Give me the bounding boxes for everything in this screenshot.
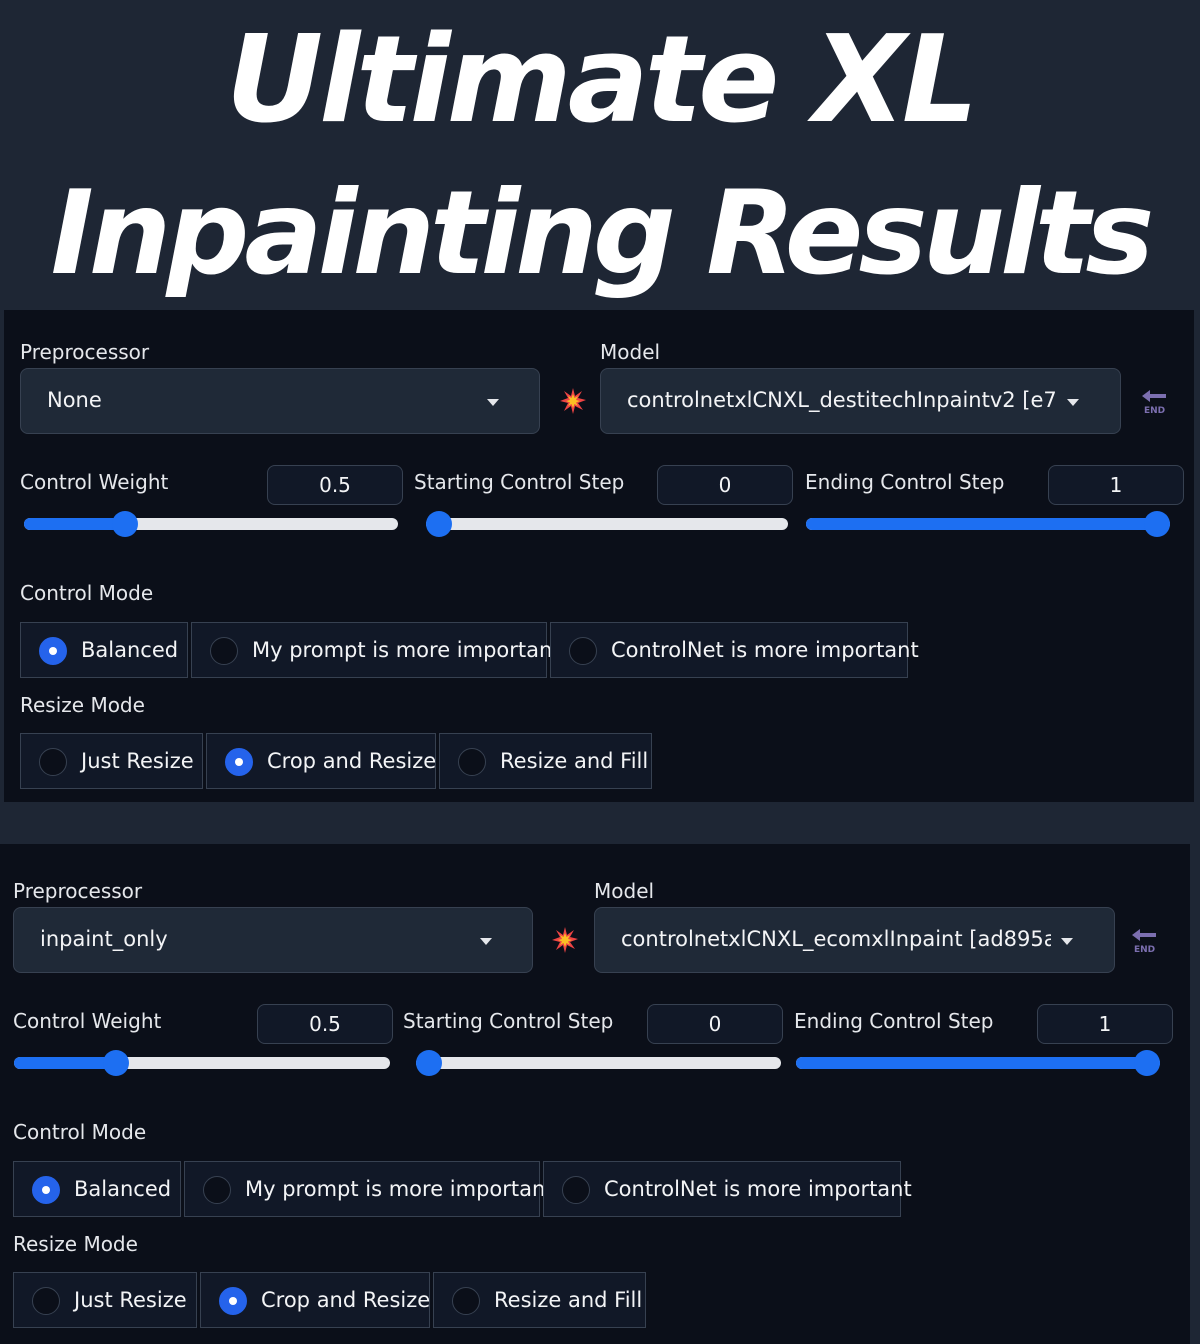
model-label: Model	[594, 879, 655, 903]
radio-dot	[225, 748, 253, 776]
radio-dot	[32, 1287, 60, 1315]
preprocessor-value: None	[47, 388, 102, 412]
radio-label: Crop and Resize	[261, 1288, 431, 1312]
banner-title-line1: Ultimate XL	[225, 11, 979, 150]
preprocessor-label: Preprocessor	[20, 340, 150, 364]
starting-control-step-input[interactable]: 0	[657, 465, 793, 505]
starting-control-step-slider[interactable]	[426, 511, 788, 537]
arrow-end-icon[interactable]: END	[1130, 927, 1160, 957]
panel-separator	[0, 802, 1200, 844]
svg-text:END: END	[1134, 945, 1155, 955]
radio-label: Resize and Fill	[500, 749, 649, 773]
slider-thumb[interactable]	[111, 511, 138, 537]
control-mode-balanced[interactable]: Balanced	[20, 622, 188, 678]
radio-label: Crop and Resize	[267, 749, 437, 773]
radio-label: ControlNet is more important	[611, 638, 919, 662]
radio-label: My prompt is more important	[252, 638, 561, 662]
arrow-end-icon[interactable]: END	[1140, 388, 1170, 418]
radio-label: Just Resize	[74, 1288, 187, 1312]
radio-dot	[39, 637, 67, 665]
resize-mode-label: Resize Mode	[13, 1232, 138, 1256]
ending-control-step-input[interactable]: 1	[1048, 465, 1184, 505]
model-value: controlnetxlCNXL_ecomxlInpaint [ad895a99…	[621, 927, 1051, 951]
control-mode-controlnet-important[interactable]: ControlNet is more important	[543, 1161, 912, 1217]
resize-mode-resize-and-fill[interactable]: Resize and Fill	[433, 1272, 646, 1328]
resize-mode-crop-and-resize[interactable]: Crop and Resize	[206, 733, 436, 789]
slider-fill	[14, 1057, 116, 1069]
model-label: Model	[600, 340, 661, 364]
controlnet-unit-panel: Preprocessor None Model controlnetxlCNXL…	[0, 310, 1200, 802]
radio-dot	[39, 748, 67, 776]
model-value: controlnetxlCNXL_destitechInpaintv2 [e79…	[627, 388, 1057, 412]
chevron-down-icon	[480, 938, 492, 945]
banner-title-line2: Inpainting Results	[50, 166, 1155, 301]
slider-fill	[806, 518, 1170, 530]
slider-thumb[interactable]	[1134, 1050, 1160, 1076]
ending-control-step-label: Ending Control Step	[794, 1009, 994, 1033]
radio-label: ControlNet is more important	[604, 1177, 912, 1201]
model-dropdown[interactable]: controlnetxlCNXL_destitechInpaintv2 [e79…	[600, 368, 1121, 434]
control-mode-label: Control Mode	[13, 1120, 147, 1144]
control-weight-input[interactable]: 0.5	[267, 465, 403, 505]
resize-mode-resize-and-fill[interactable]: Resize and Fill	[439, 733, 652, 789]
radio-label: Balanced	[81, 638, 179, 662]
controlnet-unit-content: Preprocessor None Model controlnetxlCNXL…	[20, 310, 1200, 802]
control-mode-prompt-important[interactable]: My prompt is more important	[191, 622, 561, 678]
resize-mode-just-resize[interactable]: Just Resize	[13, 1272, 197, 1328]
svg-text:END: END	[1144, 406, 1165, 416]
starting-control-step-input[interactable]: 0	[647, 1004, 783, 1044]
radio-dot	[210, 637, 238, 665]
chevron-down-icon	[487, 399, 499, 406]
radio-label: Just Resize	[81, 749, 194, 773]
control-weight-slider[interactable]	[24, 511, 398, 537]
control-weight-label: Control Weight	[20, 470, 169, 494]
resize-mode-label: Resize Mode	[20, 693, 145, 717]
radio-label: Balanced	[74, 1177, 172, 1201]
slider-fill	[796, 1057, 1160, 1069]
model-dropdown[interactable]: controlnetxlCNXL_ecomxlInpaint [ad895a99…	[594, 907, 1115, 973]
slider-thumb[interactable]	[102, 1050, 129, 1076]
chevron-down-icon	[1061, 938, 1073, 945]
ending-control-step-slider[interactable]	[806, 511, 1170, 537]
radio-dot	[32, 1176, 60, 1204]
preprocessor-label: Preprocessor	[13, 879, 143, 903]
control-mode-label: Control Mode	[20, 581, 154, 605]
radio-label: Resize and Fill	[494, 1288, 643, 1312]
radio-dot	[458, 748, 486, 776]
control-weight-input[interactable]: 0.5	[257, 1004, 393, 1044]
slider-thumb[interactable]	[426, 511, 452, 537]
starting-control-step-slider[interactable]	[416, 1050, 781, 1076]
slider-fill	[24, 518, 125, 530]
starting-control-step-label: Starting Control Step	[414, 470, 625, 494]
control-mode-prompt-important[interactable]: My prompt is more important	[184, 1161, 554, 1217]
radio-dot	[219, 1287, 247, 1315]
resize-mode-crop-and-resize[interactable]: Crop and Resize	[200, 1272, 430, 1328]
preprocessor-dropdown[interactable]: None	[20, 368, 540, 434]
controlnet-unit-panel: Preprocessor inpaint_only Model controln…	[0, 844, 1200, 1344]
collision-icon[interactable]	[560, 388, 586, 414]
radio-dot	[452, 1287, 480, 1315]
control-weight-slider[interactable]	[14, 1050, 390, 1076]
control-mode-balanced[interactable]: Balanced	[13, 1161, 181, 1217]
radio-label: My prompt is more important	[245, 1177, 554, 1201]
chevron-down-icon	[1067, 399, 1079, 406]
preprocessor-value: inpaint_only	[40, 927, 168, 951]
resize-mode-just-resize[interactable]: Just Resize	[20, 733, 203, 789]
control-weight-label: Control Weight	[13, 1009, 162, 1033]
ending-control-step-slider[interactable]	[796, 1050, 1160, 1076]
radio-dot	[203, 1176, 231, 1204]
starting-control-step-label: Starting Control Step	[403, 1009, 614, 1033]
collision-icon[interactable]	[552, 927, 578, 953]
radio-dot	[562, 1176, 590, 1204]
radio-dot	[569, 637, 597, 665]
slider-thumb[interactable]	[1144, 511, 1170, 537]
title-banner: Ultimate XL Inpainting Results	[0, 0, 1200, 310]
ending-control-step-label: Ending Control Step	[805, 470, 1005, 494]
preprocessor-dropdown[interactable]: inpaint_only	[13, 907, 533, 973]
slider-thumb[interactable]	[416, 1050, 442, 1076]
ending-control-step-input[interactable]: 1	[1037, 1004, 1173, 1044]
controlnet-unit-content: Preprocessor inpaint_only Model controln…	[13, 844, 1190, 1344]
control-mode-controlnet-important[interactable]: ControlNet is more important	[550, 622, 919, 678]
